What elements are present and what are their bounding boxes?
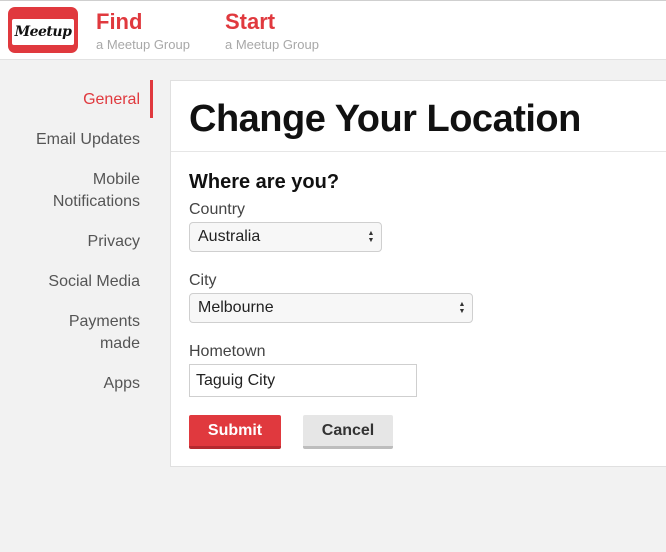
page-title: Change Your Location (189, 98, 581, 140)
hometown-input[interactable]: Taguig City (189, 364, 417, 397)
meetup-logo[interactable]: Meetup (8, 7, 78, 53)
submit-button[interactable]: Submit (189, 415, 281, 449)
location-panel: Change Your Location Where are you? Coun… (170, 80, 666, 467)
start-title: Start (225, 9, 276, 34)
city-label: City (189, 272, 217, 289)
city-select[interactable]: Melbourne ▲ ▼ (189, 293, 473, 323)
title-divider (171, 151, 666, 152)
select-arrows-icon: ▲ ▼ (458, 301, 466, 315)
country-value: Australia (198, 228, 261, 245)
sidebar-item-general[interactable]: General (83, 89, 140, 111)
section-title: Where are you? (189, 171, 340, 193)
find-subtitle: a Meetup Group (96, 37, 190, 52)
sidebar-item-social-media[interactable]: Social Media (48, 271, 140, 293)
sidebar-item-email-updates[interactable]: Email Updates (36, 129, 140, 151)
find-title: Find (96, 9, 143, 34)
start-group-link[interactable]: Start a Meetup Group (225, 9, 319, 53)
sidebar-item-mobile-notifications[interactable]: Mobile Notifications (20, 169, 140, 213)
city-value: Melbourne (198, 299, 274, 316)
meetup-logo-text: Meetup (12, 19, 74, 45)
hometown-label: Hometown (189, 343, 266, 360)
top-header: Meetup Find a Meetup Group Start a Meetu… (0, 1, 666, 60)
cancel-button[interactable]: Cancel (303, 415, 393, 449)
active-indicator (150, 80, 153, 118)
country-label: Country (189, 201, 246, 218)
find-group-link[interactable]: Find a Meetup Group (96, 9, 190, 53)
sidebar-item-payments-made[interactable]: Payments made (50, 311, 140, 355)
start-subtitle: a Meetup Group (225, 37, 319, 52)
select-arrows-icon: ▲ ▼ (367, 230, 375, 244)
country-select[interactable]: Australia ▲ ▼ (189, 222, 382, 252)
sidebar-item-apps[interactable]: Apps (104, 373, 140, 395)
sidebar-item-privacy[interactable]: Privacy (88, 231, 140, 253)
